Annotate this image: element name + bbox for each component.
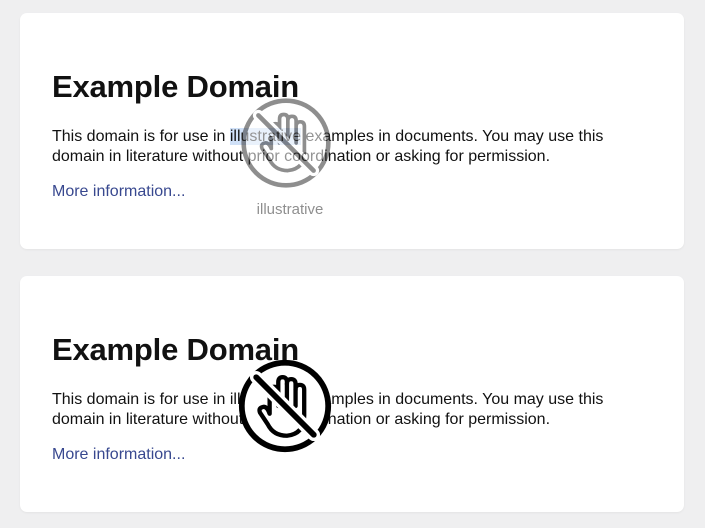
drag-ghost: illustrative (236, 95, 344, 229)
example-card-2: Example Domain This domain is for use in… (20, 276, 684, 512)
paragraph-text-start: This domain is for use in (52, 128, 230, 145)
description-paragraph: This domain is for use in illustrative e… (52, 390, 652, 430)
paragraph-text-start: This domain is for use in (52, 391, 230, 408)
no-drop-cursor-icon (238, 359, 332, 453)
description-paragraph: This domain is for use in illustrative e… (52, 127, 652, 167)
no-drop-hand-icon (241, 98, 331, 188)
more-information-link[interactable]: More information... (52, 183, 185, 201)
more-information-link[interactable]: More information... (52, 446, 185, 464)
drag-ghost-label: illustrative (256, 201, 324, 218)
example-card-1: Example Domain This domain is for use in… (20, 13, 684, 249)
